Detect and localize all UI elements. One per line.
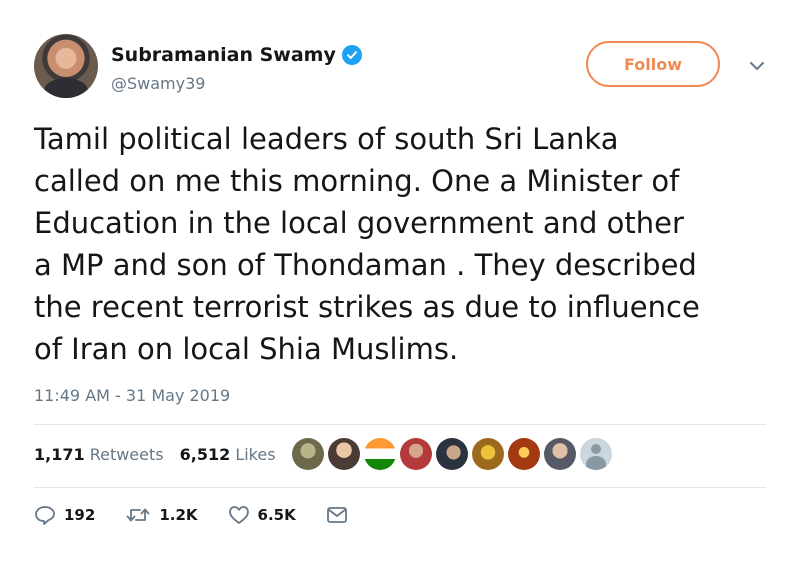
divider [34,424,766,425]
liker-avatar[interactable] [292,438,324,470]
likes-count: 6,512 [179,445,231,464]
liker-avatar[interactable] [400,438,432,470]
heart-icon [228,506,249,524]
liker-avatar[interactable] [328,438,360,470]
divider [34,487,766,488]
follow-button[interactable]: Follow [586,41,720,87]
retweets-stat[interactable]: 1,171 Retweets [34,445,164,464]
author-display-name[interactable]: Subramanian Swamy [111,44,336,66]
direct-message-button[interactable] [326,506,348,524]
like-button[interactable]: 6.5K [228,505,296,525]
envelope-icon [326,507,347,523]
retweet-button[interactable]: 1.2K [125,505,198,525]
verified-badge-icon [341,45,362,65]
retweets-label: Retweets [89,445,164,464]
author-avatar[interactable] [34,34,98,98]
like-count: 6.5K [257,506,296,524]
reply-button[interactable]: 192 [34,505,95,525]
author-handle[interactable]: @Swamy39 [111,74,205,93]
liker-avatar[interactable] [436,438,468,470]
reply-count: 192 [64,506,96,524]
author-name-row: Subramanian Swamy [111,44,362,66]
tweet-timestamp[interactable]: 11:49 AM - 31 May 2019 [34,386,230,405]
default-avatar-icon[interactable] [580,438,612,470]
liker-avatar[interactable] [508,438,540,470]
retweet-count: 1.2K [159,506,198,524]
liker-avatar[interactable] [364,438,396,470]
tweet-stats: 1,171 Retweets 6,512 Likes [34,445,276,464]
reply-icon [35,506,55,525]
likes-stat[interactable]: 6,512 Likes [180,445,276,464]
chevron-down-icon[interactable] [748,60,766,72]
tweet-text: Tamil political leaders of south Sri Lan… [34,122,700,366]
retweets-count: 1,171 [34,445,85,464]
liker-avatar[interactable] [544,438,576,470]
tweet-actions: 192 1.2K 6.5K [34,505,378,525]
liker-avatar[interactable] [472,438,504,470]
liker-avatars [292,438,612,470]
likes-label: Likes [235,445,276,464]
retweet-icon [126,508,150,522]
